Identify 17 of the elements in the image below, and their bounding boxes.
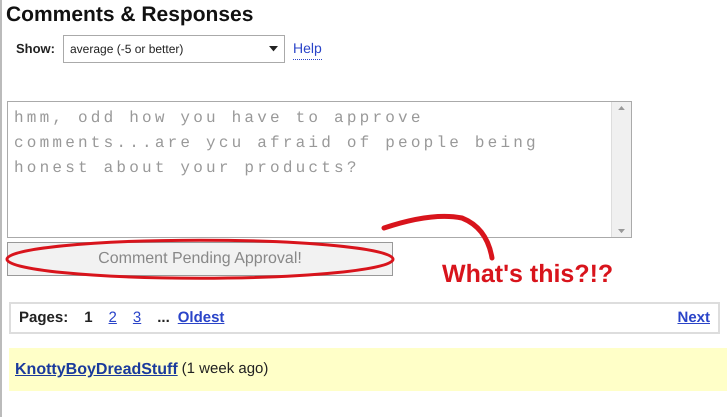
scroll-up-icon	[618, 106, 625, 110]
help-link[interactable]: Help	[293, 38, 322, 60]
comment-time: (1 week ago)	[182, 359, 268, 380]
ellipsis-text: ...	[157, 308, 170, 328]
page-heading: Comments & Responses	[5, 2, 254, 28]
filter-label: Show:	[16, 40, 55, 58]
page-link[interactable]: 3	[132, 306, 142, 330]
caret-icon	[269, 46, 278, 52]
author-link[interactable]: KnottyBoyDreadStuff	[15, 358, 178, 382]
annotation-text: What's this?!?	[442, 259, 614, 290]
page-number: 1	[84, 308, 93, 328]
pages-label: Pages:	[19, 308, 68, 328]
oldest-link[interactable]: Oldest	[178, 306, 224, 330]
next-link[interactable]: Next	[677, 306, 710, 330]
filter-dropdown[interactable]: average (-5 or better)	[63, 35, 285, 64]
scroll-down-icon	[618, 229, 625, 234]
page-link[interactable]: 2	[108, 306, 117, 330]
